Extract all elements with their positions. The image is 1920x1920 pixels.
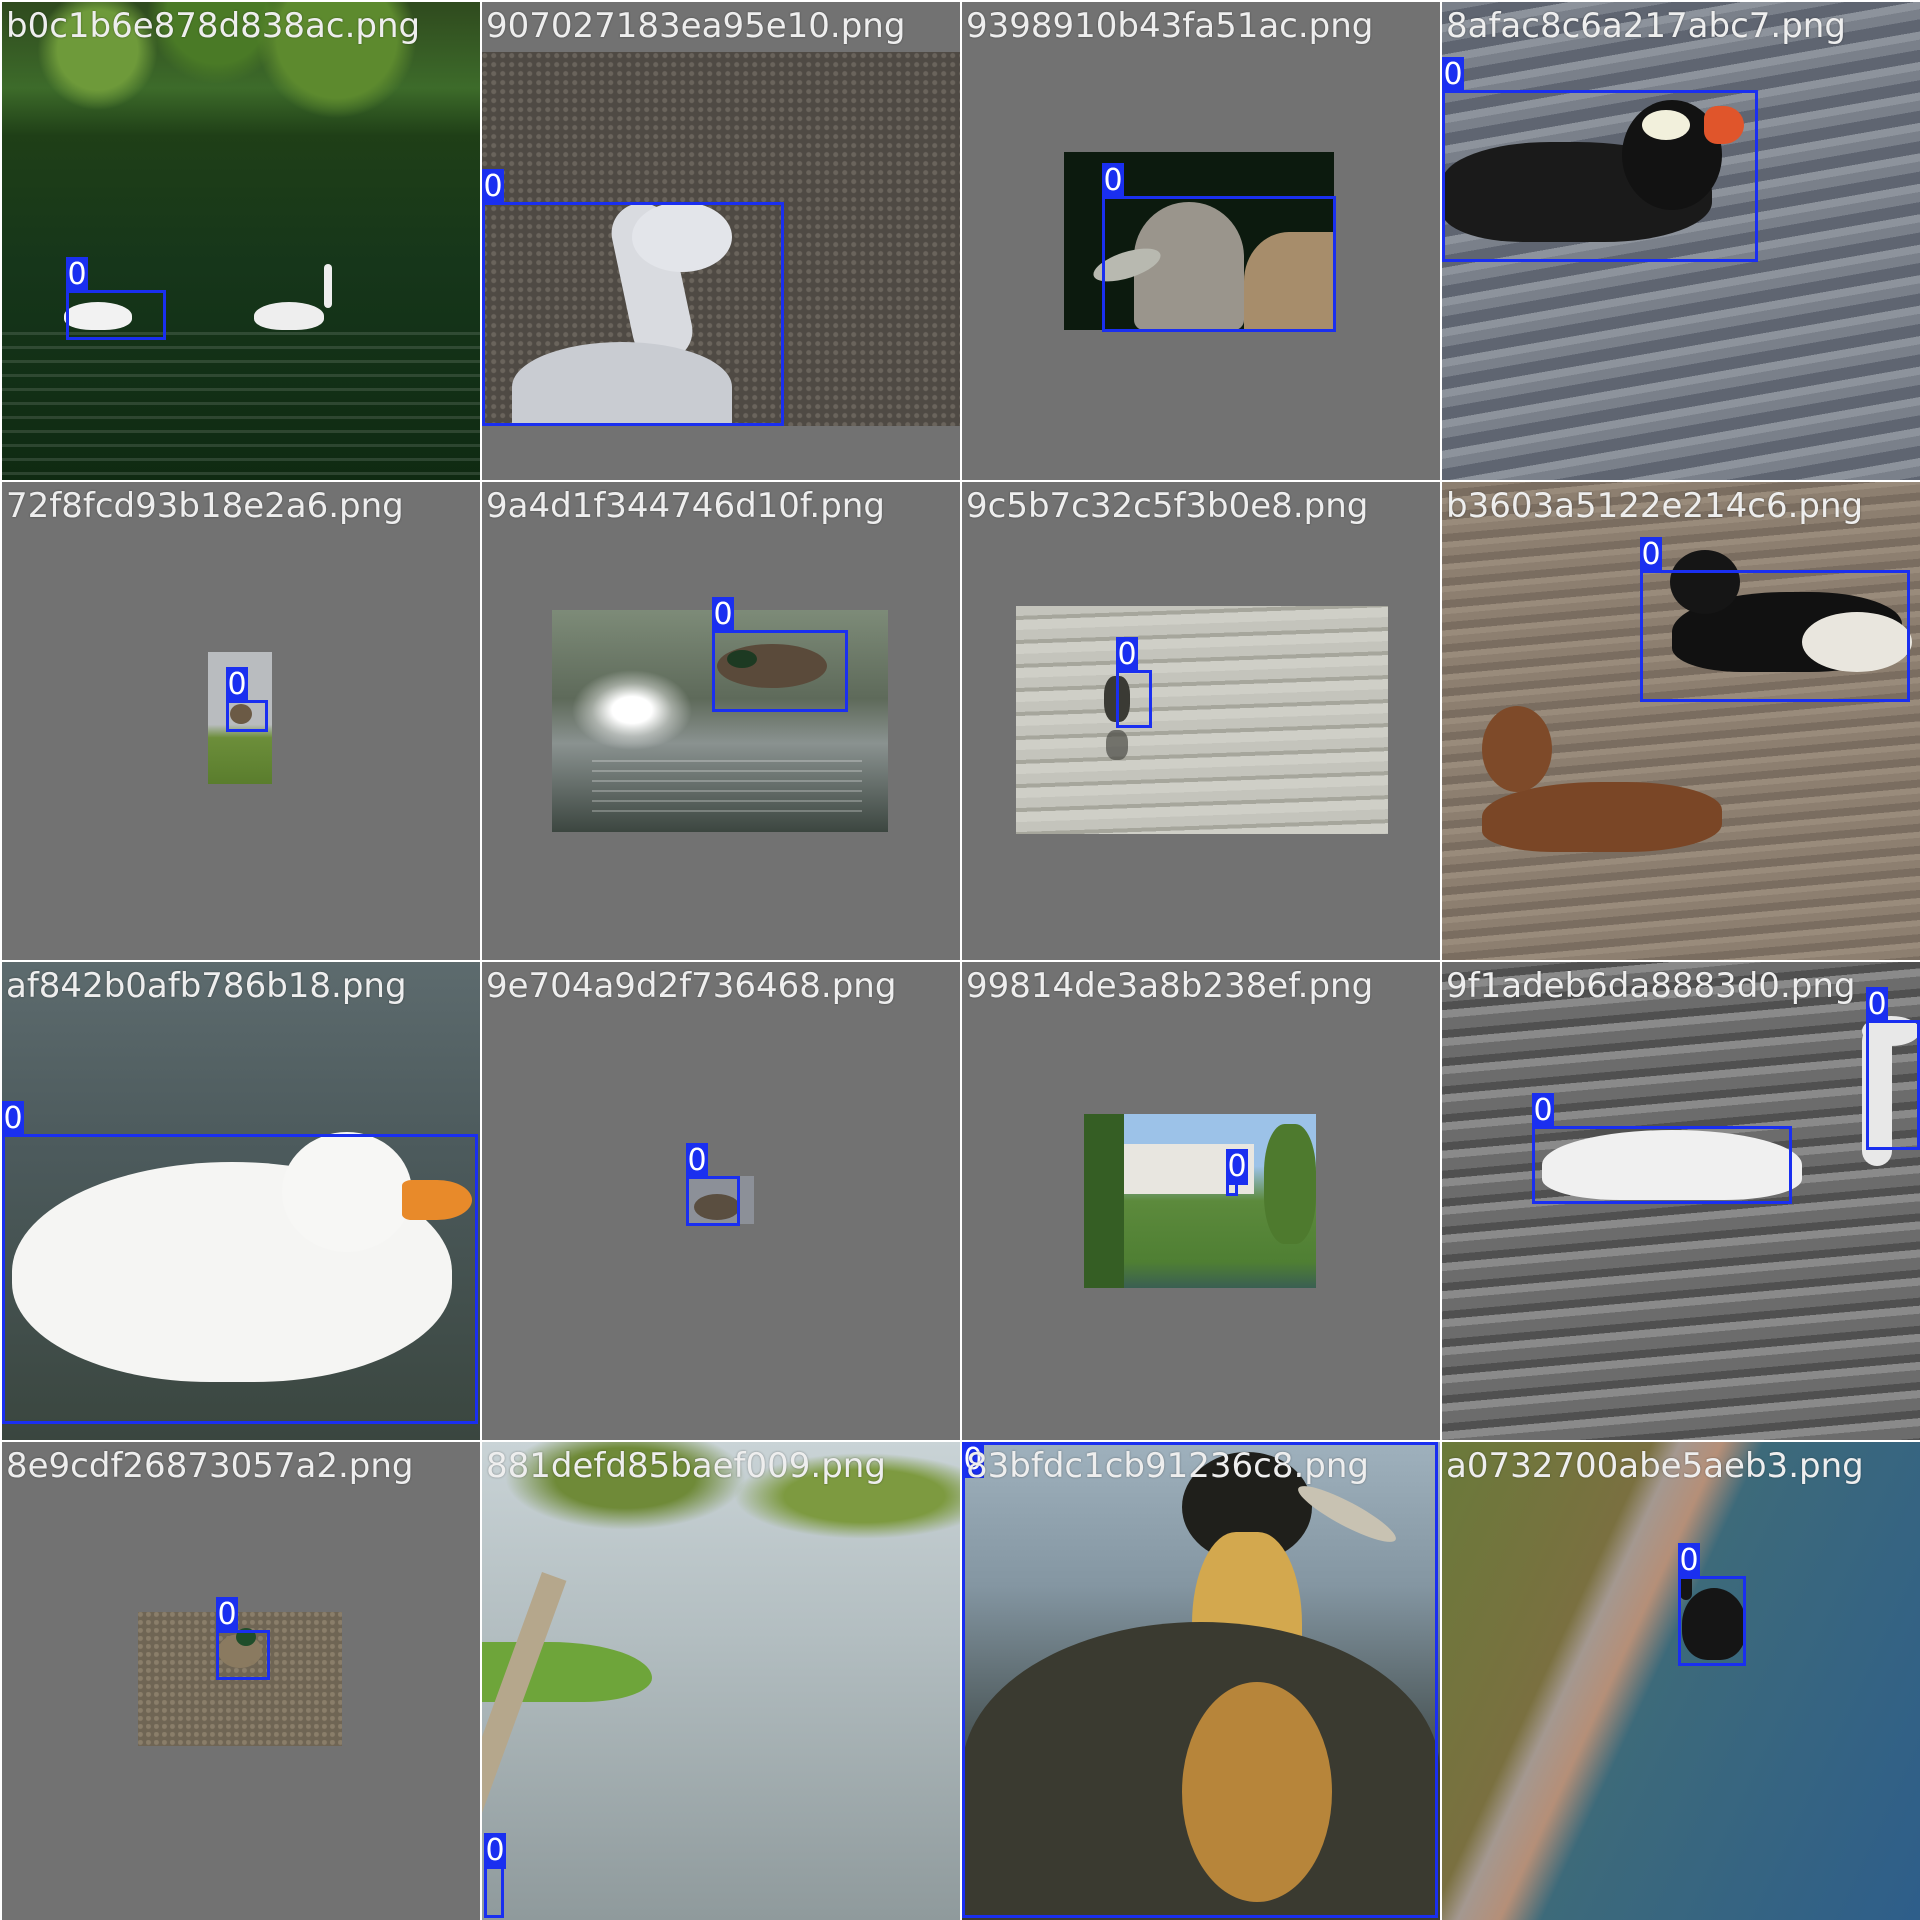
class-label: 0: [1226, 1149, 1248, 1185]
bounding-box: 0: [1640, 537, 1910, 702]
class-label: 0: [484, 1833, 506, 1869]
filename-label: 99814de3a8b238ef.png: [966, 966, 1374, 1006]
tile[interactable]: 0 881defd85baef009.png: [482, 1442, 960, 1920]
tile[interactable]: 0 9c5b7c32c5f3b0e8.png: [962, 482, 1440, 960]
bounding-box: 0: [1866, 987, 1920, 1150]
bounding-box: 0: [2, 1101, 478, 1424]
tile[interactable]: 0 83bfdc1cb91236c8.png: [962, 1442, 1440, 1920]
class-label: 0: [686, 1143, 708, 1179]
bounding-box: 0: [712, 597, 848, 712]
bounding-box: 0: [1678, 1543, 1746, 1666]
tile[interactable]: 0 9398910b43fa51ac.png: [962, 2, 1440, 480]
bounding-box: 0: [484, 1833, 506, 1918]
tile[interactable]: 0 af842b0afb786b18.png: [2, 962, 480, 1440]
tile[interactable]: 0 907027183ea95e10.png: [482, 2, 960, 480]
park-photo: [1084, 1114, 1316, 1288]
filename-label: 9c5b7c32c5f3b0e8.png: [966, 486, 1369, 526]
bounding-box: 0: [1116, 637, 1152, 728]
tile[interactable]: 0 b3603a5122e214c6.png: [1442, 482, 1920, 960]
tile[interactable]: 0 9e704a9d2f736468.png: [482, 962, 960, 1440]
filename-label: 9a4d1f344746d10f.png: [486, 486, 885, 526]
ducks-photo: [1442, 482, 1920, 960]
tile[interactable]: 0 a0732700abe5aeb3.png: [1442, 1442, 1920, 1920]
class-label: 0: [1116, 637, 1138, 673]
bounding-box: 0: [1102, 163, 1336, 332]
tile[interactable]: 0 99814de3a8b238ef.png: [962, 962, 1440, 1440]
class-label: 0: [1102, 163, 1124, 199]
bounding-box: 0: [482, 169, 784, 426]
bounding-box: 0: [216, 1597, 270, 1680]
tile[interactable]: 0 8afac8c6a217abc7.png: [1442, 2, 1920, 480]
class-label: 0: [1640, 537, 1662, 573]
image-grid: 0 b0c1b6e878d838ac.png 0 907027183ea95e1…: [0, 0, 1920, 1920]
pond-photo: [2, 2, 480, 480]
tile[interactable]: 0 8e9cdf26873057a2.png: [2, 1442, 480, 1920]
bounding-box: 0: [1442, 57, 1758, 262]
bounding-box: 0: [226, 667, 268, 732]
class-label: 0: [2, 1101, 24, 1137]
black-swan-photo: [1442, 1442, 1920, 1920]
bounding-box: 0: [1226, 1149, 1248, 1196]
class-label: 0: [1678, 1543, 1700, 1579]
filename-label: 8e9cdf26873057a2.png: [6, 1446, 414, 1486]
tile[interactable]: 0 72f8fcd93b18e2a6.png: [2, 482, 480, 960]
filename-label: 9e704a9d2f736468.png: [486, 966, 897, 1006]
class-label: 0: [962, 1442, 984, 1478]
bounding-box: 0: [1532, 1093, 1792, 1204]
class-label: 0: [1532, 1093, 1554, 1129]
tile[interactable]: 0 0 9f1adeb6da8883d0.png: [1442, 962, 1920, 1440]
class-label: 0: [226, 667, 248, 703]
bounding-box: 0: [962, 1442, 1438, 1918]
class-label: 0: [216, 1597, 238, 1633]
class-label: 0: [712, 597, 734, 633]
bounding-box: 0: [686, 1143, 740, 1226]
water-photo: [1016, 606, 1388, 834]
class-label: 0: [482, 169, 504, 205]
class-label: 0: [1866, 987, 1888, 1023]
bounding-box: 0: [66, 257, 166, 340]
filename-label: 72f8fcd93b18e2a6.png: [6, 486, 404, 526]
palm-photo: [482, 1442, 960, 1920]
filename-label: 9398910b43fa51ac.png: [966, 6, 1374, 46]
filename-label: 907027183ea95e10.png: [486, 6, 906, 46]
class-label: 0: [1442, 57, 1464, 93]
tile[interactable]: 0 b0c1b6e878d838ac.png: [2, 2, 480, 480]
tile[interactable]: 0 9a4d1f344746d10f.png: [482, 482, 960, 960]
class-label: 0: [66, 257, 88, 293]
